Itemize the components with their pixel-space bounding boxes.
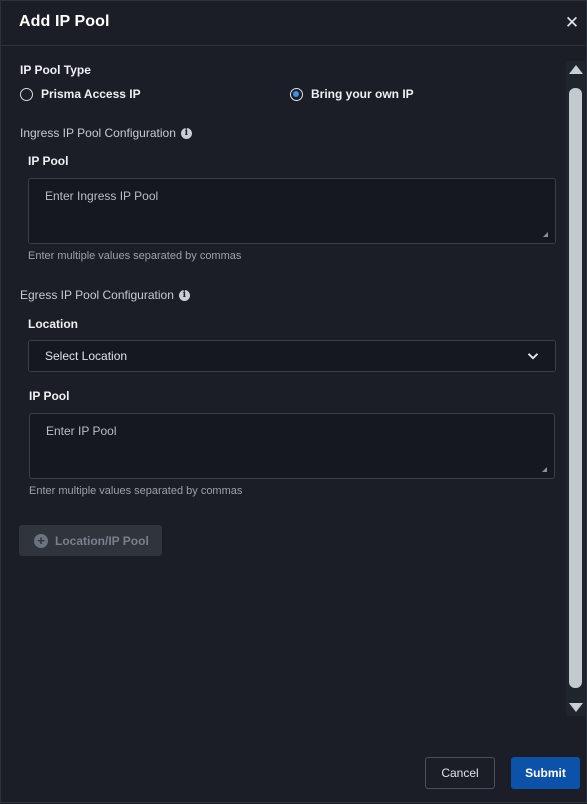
- submit-button[interactable]: Submit: [511, 757, 580, 789]
- resize-grip-icon[interactable]: [542, 467, 547, 472]
- ingress-section-label: Ingress IP Pool Configuration i: [20, 126, 192, 140]
- scrollbar-thumb[interactable]: [569, 88, 582, 688]
- egress-section-label: Egress IP Pool Configuration i: [20, 288, 190, 302]
- add-ip-pool-dialog: Add IP Pool ✕ IP Pool Type Prisma Access…: [0, 0, 587, 803]
- resize-grip-icon[interactable]: [543, 232, 548, 237]
- scroll-down-arrow-icon[interactable]: [569, 703, 583, 712]
- radio-button-unchecked[interactable]: [20, 87, 33, 101]
- ingress-ip-pool-textarea[interactable]: Enter Ingress IP Pool: [28, 178, 556, 244]
- radio-label-prisma-access-ip: Prisma Access IP: [41, 87, 141, 101]
- info-icon[interactable]: i: [178, 289, 190, 301]
- egress-section-text: Egress IP Pool Configuration: [20, 288, 174, 302]
- egress-ip-pool-label: IP Pool: [29, 389, 70, 403]
- ingress-helper-text: Enter multiple values separated by comma…: [28, 250, 242, 262]
- radio-button-checked[interactable]: [290, 87, 303, 101]
- dialog-title: Add IP Pool: [19, 13, 110, 30]
- location-select[interactable]: Select Location: [28, 340, 556, 372]
- dialog-header: Add IP Pool ✕: [1, 1, 586, 46]
- add-location-ip-pool-button[interactable]: + Location/IP Pool: [19, 525, 162, 556]
- info-icon[interactable]: i: [180, 127, 192, 139]
- location-select-value: Select Location: [45, 349, 128, 363]
- egress-ip-pool-placeholder: Enter IP Pool: [46, 424, 117, 438]
- vertical-scrollbar[interactable]: [566, 61, 585, 716]
- chevron-down-icon: [527, 350, 539, 362]
- dialog-body: IP Pool Type Prisma Access IP Bring your…: [1, 46, 587, 726]
- radio-bring-your-own-ip[interactable]: Bring your own IP: [290, 87, 414, 101]
- ingress-ip-pool-placeholder: Enter Ingress IP Pool: [45, 189, 159, 203]
- ingress-ip-pool-label: IP Pool: [28, 154, 69, 168]
- egress-helper-text: Enter multiple values separated by comma…: [29, 485, 243, 497]
- radio-label-bring-your-own-ip: Bring your own IP: [311, 87, 414, 101]
- egress-ip-pool-textarea[interactable]: Enter IP Pool: [29, 413, 555, 479]
- radio-prisma-access-ip[interactable]: Prisma Access IP: [20, 87, 141, 101]
- cancel-button[interactable]: Cancel: [425, 757, 495, 789]
- ip-pool-type-label: IP Pool Type: [20, 63, 91, 77]
- location-label: Location: [28, 317, 78, 331]
- scroll-up-arrow-icon[interactable]: [569, 65, 583, 74]
- dialog-footer: Cancel Submit: [1, 726, 587, 804]
- add-location-ip-pool-label: Location/IP Pool: [55, 533, 149, 548]
- plus-circle-icon: +: [34, 533, 48, 548]
- close-icon[interactable]: ✕: [562, 13, 582, 33]
- ingress-section-text: Ingress IP Pool Configuration: [20, 126, 176, 140]
